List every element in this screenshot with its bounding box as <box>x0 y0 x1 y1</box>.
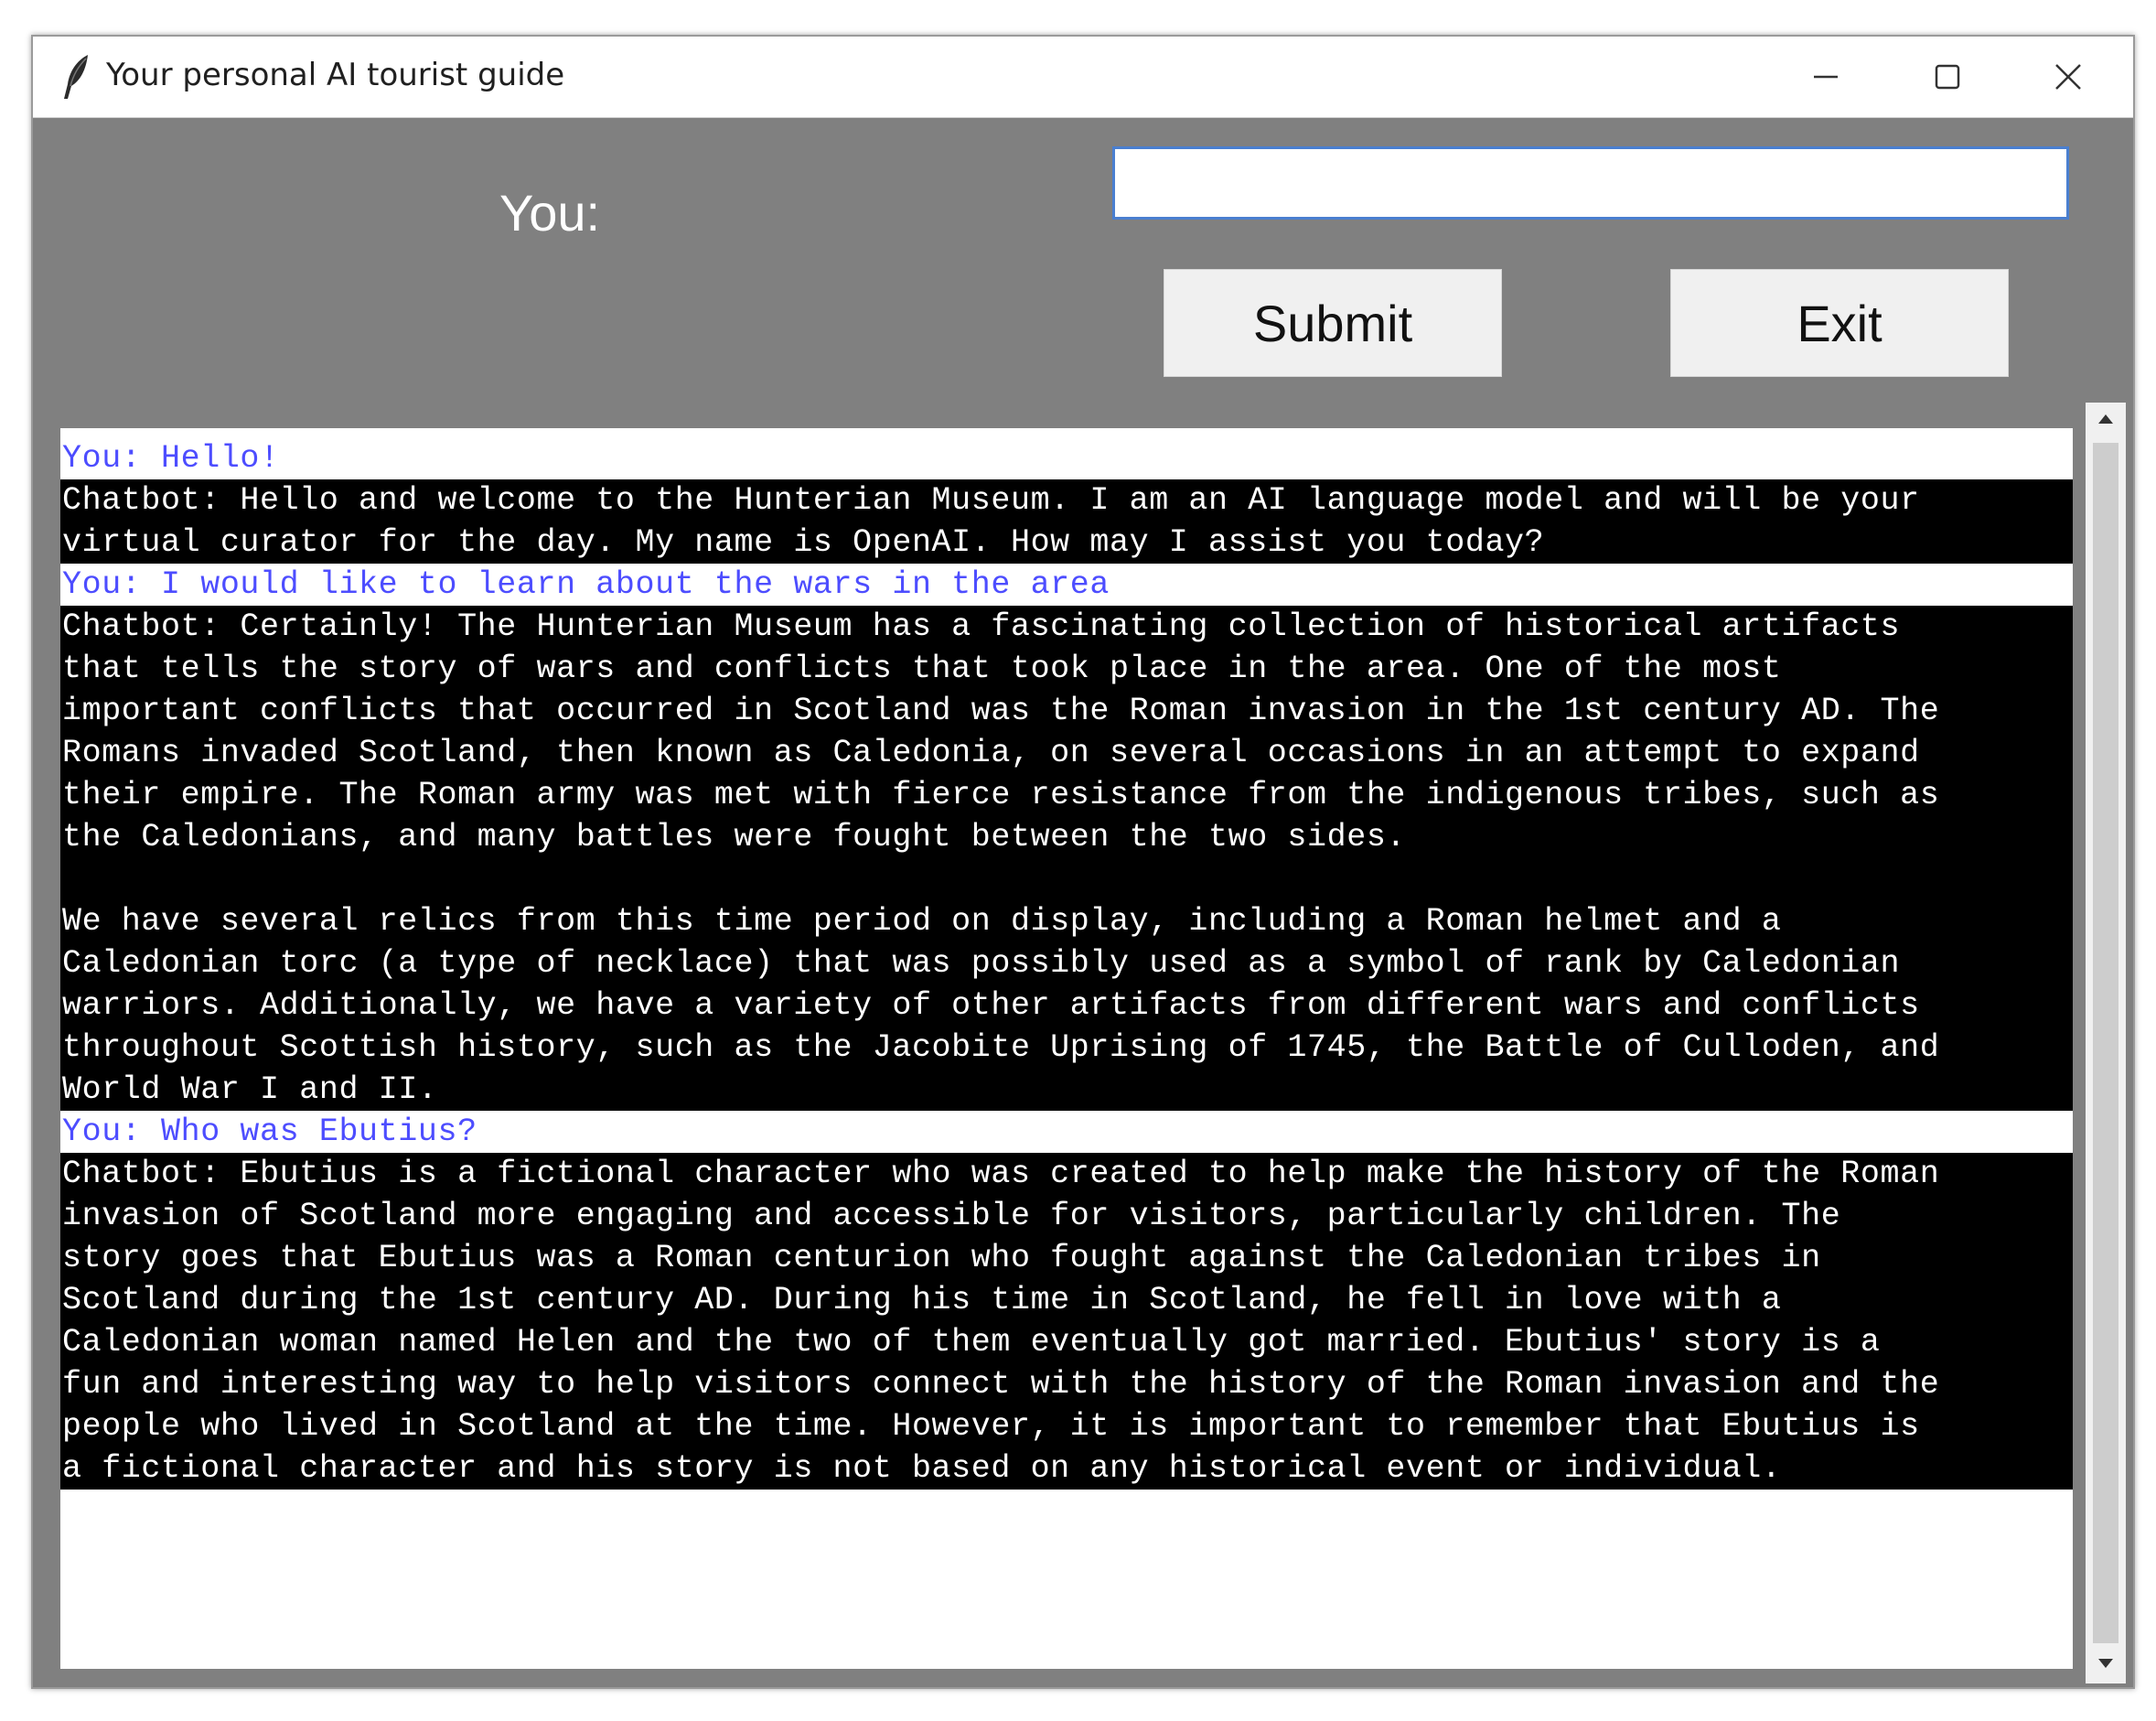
arrow-down-icon <box>2097 1657 2115 1674</box>
app-window: Your personal AI tourist guide You: Subm… <box>31 35 2135 1689</box>
chat-message-bot: Chatbot: Certainly! The Hunterian Museum… <box>60 606 2073 1111</box>
maximize-icon <box>1935 64 1960 90</box>
exit-button[interactable]: Exit <box>1670 269 2009 377</box>
title-bar[interactable]: Your personal AI tourist guide <box>33 37 2133 118</box>
window-title: Your personal AI tourist guide <box>106 57 565 93</box>
chat-message-user: You: Hello! <box>60 437 2073 479</box>
chat-message-user: You: I would like to learn about the war… <box>60 564 2073 606</box>
close-icon <box>2054 63 2082 91</box>
minimize-icon <box>1813 64 1839 90</box>
scroll-down-button[interactable] <box>2086 1647 2126 1683</box>
maximize-button[interactable] <box>1906 46 1989 108</box>
feather-icon <box>60 53 91 101</box>
close-button[interactable] <box>2027 46 2109 108</box>
chat-message-user: You: Who was Ebutius? <box>60 1111 2073 1153</box>
minimize-button[interactable] <box>1785 46 1867 108</box>
chat-padding <box>60 428 2073 437</box>
arrow-up-icon <box>2097 413 2115 430</box>
submit-button[interactable]: Submit <box>1164 269 1502 377</box>
chat-scrollbar[interactable] <box>2086 403 2126 1683</box>
scroll-up-button[interactable] <box>2086 403 2126 439</box>
scroll-thumb[interactable] <box>2093 443 2118 1643</box>
chat-transcript[interactable]: You: Hello! Chatbot: Hello and welcome t… <box>60 428 2073 1669</box>
chat-message-bot: Chatbot: Ebutius is a fictional characte… <box>60 1153 2073 1490</box>
you-label: You: <box>499 184 601 242</box>
chat-message-bot: Chatbot: Hello and welcome to the Hunter… <box>60 479 2073 564</box>
message-input[interactable] <box>1112 146 2069 220</box>
